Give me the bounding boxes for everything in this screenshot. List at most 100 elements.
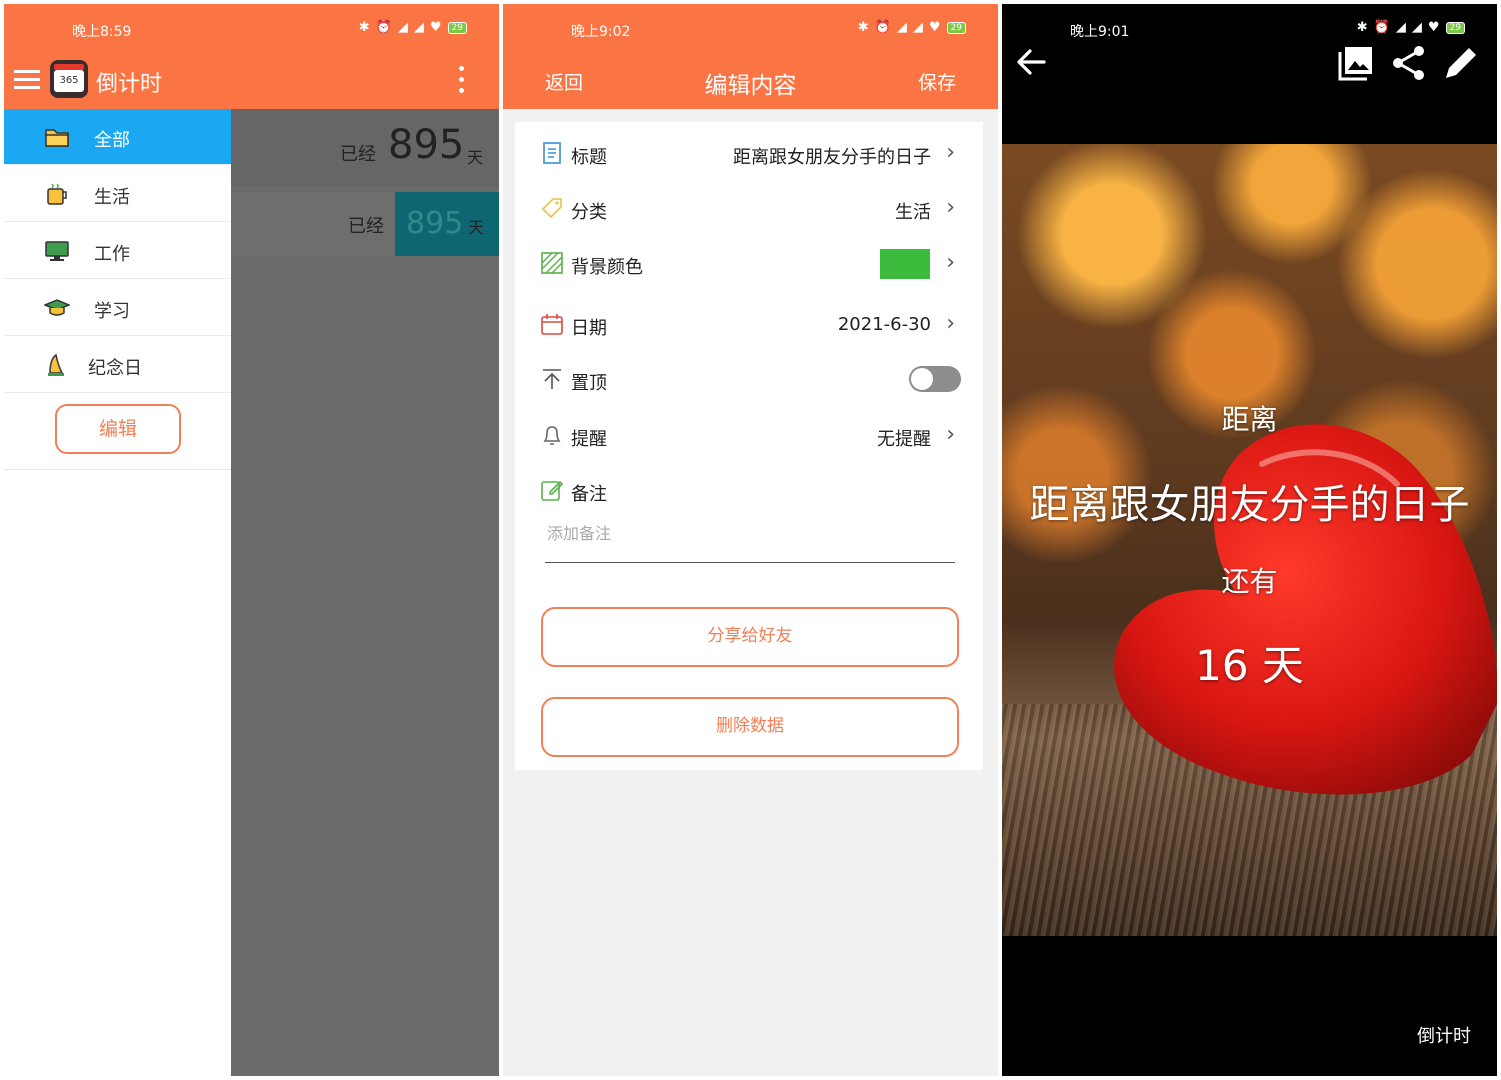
chevron-right-icon: › [946,140,955,165]
battery-icon: 29 [1445,21,1465,34]
status-icons: ✱ ⏰ ◢ ◢ ♥ 29 [359,20,467,35]
status-time: 晚上9:02 [571,24,631,40]
drawer-item-study[interactable]: 学习 [4,280,231,336]
drawer-item-label: 纪念日 [88,358,142,379]
title-value: 距离跟女朋友分手的日子 [733,147,931,168]
category-label: 分类 [571,202,607,223]
bg-color-swatch [880,249,930,279]
reminder-value: 无提醒 [877,429,931,450]
drawer-item-label: 学习 [94,301,130,322]
image-icon[interactable] [1337,44,1375,82]
status-icons: ✱ ⏰ ◢ ◢ ♥ 29 [1357,20,1465,35]
background-photo [1002,144,1497,936]
status-bar: 晚上9:02 ✱ ⏰ ◢ ◢ ♥ 29 [503,4,998,54]
bluetooth-icon: ✱ [358,20,370,35]
drawer-item-anniversary[interactable]: 纪念日 [4,337,231,393]
remaining-label: 还有 [1221,565,1278,598]
share-button[interactable]: 分享给好友 [541,607,959,667]
distance-label: 距离 [1221,403,1278,436]
note-input[interactable]: 添加备注 [547,520,611,544]
wifi-icon: ♥ [429,20,442,35]
card-count: 895 [388,122,465,168]
drawer-item-all[interactable]: 全部 [4,109,231,165]
back-arrow-icon[interactable] [1014,44,1050,80]
phone-screen-detail: 晚上9:01 ✱ ⏰ ◢ ◢ ♥ 29 距离 距离跟女朋友分手的日子 还有 16… [1002,4,1497,1076]
pattern-icon [541,252,563,274]
drawer-item-label: 生活 [94,187,130,208]
calendar-icon [541,314,563,335]
reminder-label: 提醒 [571,429,607,450]
drawer-item-label: 工作 [94,244,130,265]
signal-icon: ◢ [896,20,907,35]
battery-icon: 29 [447,21,467,34]
title-row[interactable]: 标题 距离跟女朋友分手的日子 › [515,128,983,178]
card-unit: 天 [468,218,485,237]
battery-icon: 29 [946,21,966,34]
chevron-right-icon: › [946,422,955,447]
card-count: 895 [406,206,464,241]
pencil-icon[interactable] [1442,44,1480,82]
bluetooth-icon: ✱ [1356,20,1368,35]
document-icon [543,142,561,164]
status-icons: ✱ ⏰ ◢ ◢ ♥ 29 [858,20,966,35]
pin-label: 置顶 [571,373,607,394]
edit-note-icon [541,480,564,501]
status-bar: 晚上8:59 ✱ ⏰ ◢ ◢ ♥ 29 [4,4,499,54]
category-drawer: 全部 生活 工作 学习 纪念日 编辑 [4,109,231,1076]
tag-icon [541,198,562,219]
edit-header: 晚上9:02 ✱ ⏰ ◢ ◢ ♥ 29 返回 编辑内容 保存 [503,4,998,109]
signal-hd-icon: ◢ [912,20,923,35]
event-title: 距离跟女朋友分手的日子 [1029,482,1470,528]
alarm-off-icon: ⏰ [1373,20,1390,35]
pin-row: 置顶 [515,354,983,404]
save-button[interactable]: 保存 [918,68,956,95]
pin-top-icon [543,369,561,389]
menu-icon[interactable] [14,70,40,90]
folder-icon [45,129,69,147]
cup-icon [47,183,67,205]
status-time: 晚上8:59 [72,24,132,40]
chevron-right-icon: › [946,250,955,275]
date-value: 2021-6-30 [837,314,931,335]
chevron-right-icon: › [946,311,955,336]
edit-form: 标题 距离跟女朋友分手的日子 › 分类 生活 › 背景颜色 › 日期 2021-… [515,122,983,770]
monitor-icon [45,241,69,261]
drawer-item-life[interactable]: 生活 [4,166,231,222]
phone-screen-edit: 晚上9:02 ✱ ⏰ ◢ ◢ ♥ 29 返回 编辑内容 保存 标题 距离跟女朋友… [503,4,998,1076]
note-underline [545,562,955,563]
app-title: 倒计时 [96,72,163,97]
card-unit: 天 [467,148,484,167]
card-prefix: 已经 [348,216,384,237]
bluetooth-icon: ✱ [857,20,869,35]
alarm-off-icon: ⏰ [375,20,392,35]
graduation-cap-icon [44,299,70,316]
edit-categories-button[interactable]: 编辑 [55,404,181,454]
drawer-item-work[interactable]: 工作 [4,223,231,279]
chevron-right-icon: › [946,195,955,220]
category-row[interactable]: 分类 生活 › [515,183,983,233]
brand-watermark: 倒计时 [1417,1026,1471,1047]
days-remaining: 16 天 [1195,641,1304,690]
status-bar: ✱ ⏰ ◢ ◢ ♥ 29 [1002,4,1497,44]
wifi-icon: ♥ [1427,20,1440,35]
title-label: 标题 [571,147,607,168]
more-options-icon[interactable] [459,66,467,96]
note-row: 备注 [515,465,983,515]
wifi-icon: ♥ [928,20,941,35]
app-header: 晚上8:59 ✱ ⏰ ◢ ◢ ♥ 29 365 倒计时 [4,4,499,109]
app-logo-text: 365 [54,70,84,92]
delete-button[interactable]: 删除数据 [541,697,959,757]
pin-toggle[interactable] [909,366,961,392]
phone-screen-home: 晚上8:59 ✱ ⏰ ◢ ◢ ♥ 29 365 倒计时 已经 895 天 已经 … [4,4,499,1076]
bg-color-label: 背景颜色 [571,257,643,278]
app-logo: 365 [50,60,88,98]
alarm-off-icon: ⏰ [874,20,891,35]
date-row[interactable]: 日期 2021-6-30 › [515,299,983,349]
bell-icon [543,426,561,445]
reminder-row[interactable]: 提醒 无提醒 › [515,410,983,460]
signal-icon: ◢ [397,20,408,35]
share-icon[interactable] [1390,44,1428,82]
bg-color-row[interactable]: 背景颜色 › [515,238,983,288]
category-value: 生活 [895,202,931,223]
drawer-divider [4,469,231,470]
